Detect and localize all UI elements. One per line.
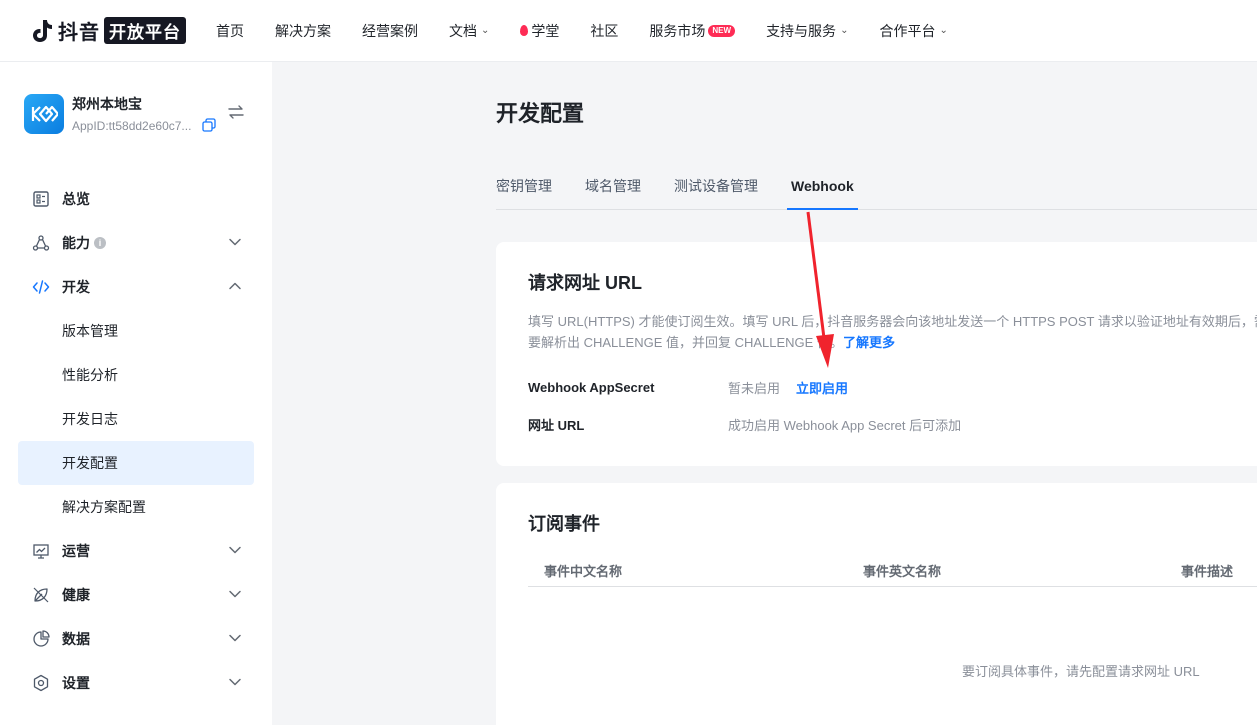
sidebar-item-3[interactable]: 版本管理 [18, 309, 254, 353]
top-navigation: 抖音 开放平台 首页 解决方案 经营案例 文档 ⌄ 学堂 社区 服务市场 NEW 支持与服务 ⌄ 合作… [0, 0, 1257, 62]
enable-now-link[interactable]: 立即启用 [796, 378, 848, 397]
nav-item-2[interactable]: 经营案例 [362, 21, 418, 41]
page-title: 开发配置 [496, 101, 585, 126]
learn-more-link[interactable]: 了解更多 [843, 335, 895, 350]
config-tabs: 密钥管理 域名管理 测试设备管理 Webhook [496, 162, 1257, 210]
nav-item-7[interactable]: 支持与服务 ⌄ [766, 21, 848, 41]
sidebar-item-label: 开发 [62, 279, 90, 295]
nav-item-label: 服务市场 [649, 22, 706, 39]
nav-item-5[interactable]: 社区 [590, 21, 618, 41]
douyin-open-platform-logo[interactable]: 抖音 开放平台 [30, 0, 186, 62]
nav-item-label: 解决方案 [275, 22, 331, 39]
sidebar-item-11[interactable]: 设置 [18, 661, 254, 705]
nav-item-0[interactable]: 首页 [216, 21, 244, 41]
request-url-title: 请求网址 URL [528, 273, 642, 293]
flame-icon [520, 25, 529, 36]
nav-item-8[interactable]: 合作平台 ⌄ [879, 21, 947, 41]
sidebar-item-8[interactable]: 运营 [18, 529, 254, 573]
sidebar-item-2[interactable]: 开发 [18, 265, 254, 309]
nav-item-3[interactable]: 文档 ⌄ [449, 21, 489, 41]
webhook-secret-row: Webhook AppSecret 暂未启用 立即启用 [528, 378, 848, 397]
subscribe-events-card: 订阅事件 事件中文名称 事件英文名称 事件描述 要订阅具体事件，请先配置请求网址… [496, 483, 1257, 725]
url-hint: 成功启用 Webhook App Secret 后可添加 [728, 418, 962, 433]
column-header-description: 事件描述 [1181, 564, 1234, 579]
chevron-down-icon: ⌄ [481, 25, 490, 36]
sidebar-item-label: 开发日志 [62, 411, 118, 427]
pie-chart-icon [33, 630, 50, 647]
nav-item-4[interactable]: 学堂 [520, 21, 559, 41]
events-table-header: 事件中文名称 事件英文名称 事件描述 [528, 555, 1257, 587]
chevron-down-icon: ⌄ [840, 25, 849, 36]
nav-item-label: 学堂 [531, 22, 560, 39]
sidebar-item-label: 数据 [62, 631, 90, 647]
chevron-down-icon [229, 546, 241, 554]
chevron-down-icon [229, 678, 241, 686]
capability-icon [32, 235, 50, 251]
logo-badge: 开放平台 [104, 17, 186, 44]
nav-item-label: 支持与服务 [766, 22, 837, 39]
sidebar-item-4[interactable]: 性能分析 [18, 353, 254, 397]
sidebar-item-label: 运营 [62, 543, 90, 559]
copy-icon[interactable] [202, 118, 216, 132]
tab-1[interactable]: 域名管理 [585, 162, 641, 209]
tab-0[interactable]: 密钥管理 [496, 162, 552, 209]
nav-item-6[interactable]: 服务市场 NEW [649, 21, 736, 41]
sidebar-item-label: 总览 [62, 191, 90, 207]
dashboard-icon [33, 191, 49, 207]
switch-app-icon[interactable] [228, 104, 244, 120]
webhook-secret-label: Webhook AppSecret [528, 380, 655, 395]
sidebar-item-7[interactable]: 解决方案配置 [18, 485, 254, 529]
tab-2[interactable]: 测试设备管理 [674, 162, 758, 209]
nav-item-label: 首页 [216, 22, 244, 39]
info-icon[interactable]: i [94, 237, 106, 249]
app-id: AppID:tt58dd2e60c7... [72, 119, 192, 133]
nav-item-label: 社区 [590, 22, 619, 39]
webhook-secret-status: 暂未启用 [728, 381, 781, 396]
operation-icon [33, 544, 49, 559]
douyin-logo-icon [33, 19, 52, 42]
code-icon [32, 280, 50, 294]
settings-icon [33, 674, 49, 692]
app-card: 郑州本地宝 AppID:tt58dd2e60c7... [24, 94, 254, 138]
request-url-card: 请求网址 URL 填写 URL(HTTPS) 才能使订阅生效。填写 URL 后，… [496, 242, 1257, 466]
column-header-en-name: 事件英文名称 [863, 564, 942, 579]
sidebar-item-9[interactable]: 健康 [18, 573, 254, 617]
sidebar-item-label: 版本管理 [62, 323, 118, 339]
sidebar-menu: 总览能力 i 开发版本管理性能分析开发日志开发配置解决方案配置 运营健康数据设置 [18, 177, 254, 705]
column-header-cn-name: 事件中文名称 [544, 564, 623, 579]
chevron-up-icon [229, 282, 241, 290]
sidebar-item-label: 能力 [62, 235, 90, 251]
sidebar-item-label: 性能分析 [62, 367, 118, 383]
request-url-description: 填写 URL(HTTPS) 才能使订阅生效。填写 URL 后，抖音服务器会向该地… [528, 311, 1257, 353]
nav-item-1[interactable]: 解决方案 [275, 21, 331, 41]
events-empty-state: 要订阅具体事件，请先配置请求网址 URL [962, 664, 1200, 679]
app-logo-icon [24, 94, 64, 134]
sidebar-item-label: 解决方案配置 [62, 499, 146, 515]
url-label: 网址 URL [528, 418, 585, 433]
app-name: 郑州本地宝 [72, 96, 142, 112]
sidebar-item-label: 设置 [62, 675, 90, 691]
nav-menu: 首页 解决方案 经营案例 文档 ⌄ 学堂 社区 服务市场 NEW 支持与服务 ⌄ 合作平台 ⌄ [216, 21, 979, 41]
sidebar-item-5[interactable]: 开发日志 [18, 397, 254, 441]
health-icon [33, 587, 49, 603]
nav-item-label: 经营案例 [362, 22, 418, 39]
tab-3[interactable]: Webhook [787, 162, 858, 210]
new-badge: NEW [708, 24, 736, 37]
sidebar-item-10[interactable]: 数据 [18, 617, 254, 661]
sidebar-item-label: 健康 [62, 587, 90, 603]
sidebar-item-label: 开发配置 [62, 455, 118, 471]
sidebar: 郑州本地宝 AppID:tt58dd2e60c7... 总览能力 i 开发版本管理性… [0, 62, 272, 725]
chevron-down-icon [229, 238, 241, 246]
nav-item-label: 合作平台 [879, 22, 936, 39]
url-row: 网址 URL 成功启用 Webhook App Secret 后可添加 [528, 415, 961, 434]
sidebar-item-6[interactable]: 开发配置 [18, 441, 254, 485]
nav-item-label: 文档 [449, 22, 477, 39]
chevron-down-icon: ⌄ [939, 25, 948, 36]
chevron-down-icon [229, 634, 241, 642]
logo-text: 抖音 [58, 22, 100, 44]
chevron-down-icon [229, 590, 241, 598]
sidebar-item-1[interactable]: 能力 i [18, 221, 254, 265]
subscribe-events-title: 订阅事件 [528, 514, 600, 534]
sidebar-item-0[interactable]: 总览 [18, 177, 254, 221]
